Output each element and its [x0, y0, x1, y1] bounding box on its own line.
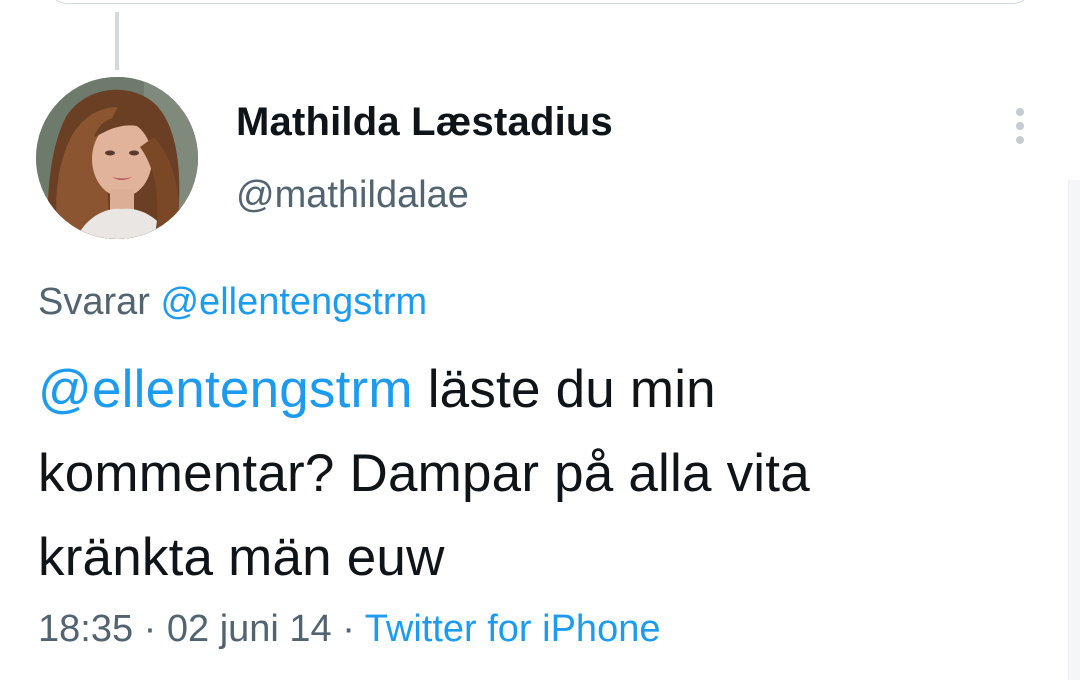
tweet-source-link[interactable]: Twitter for iPhone	[365, 608, 661, 650]
avatar-image	[36, 77, 198, 239]
tweet-text-line-2: kommentar? Dampar på alla vita	[38, 444, 810, 503]
more-vertical-icon-dot	[1016, 136, 1024, 144]
tweet-text-line-3: kränkta män euw	[38, 528, 445, 587]
author-handle[interactable]: @mathildalae	[236, 174, 469, 217]
meta-separator: ·	[331, 608, 365, 650]
replying-to-line: Svarar @ellentengstrm	[38, 281, 427, 324]
tweet-date[interactable]: 02 juni 14	[167, 608, 332, 650]
thread-connector-line	[115, 12, 119, 70]
tweet-mention-link[interactable]: @ellentengstrm	[38, 360, 413, 419]
author-display-name[interactable]: Mathilda Læstadius	[236, 100, 613, 145]
replying-to-mention-link[interactable]: @ellentengstrm	[160, 281, 427, 323]
more-vertical-icon-dot	[1016, 122, 1024, 130]
scrollbar-track[interactable]	[1068, 180, 1080, 680]
tweet-detail-screen: Mathilda Læstadius @mathildalae Svarar @…	[0, 0, 1080, 680]
more-options-button[interactable]	[1004, 104, 1036, 148]
tweet-text-line-1-rest: läste du min	[412, 360, 716, 419]
tweet-metadata: 18:35 · 02 juni 14 · Twitter for iPhone	[38, 608, 660, 651]
tweet-text-line-1: @ellentengstrm läste du min	[38, 348, 1038, 432]
tweet-text: @ellentengstrm läste du min kommentar? D…	[38, 348, 1038, 600]
meta-separator: ·	[133, 608, 167, 650]
previous-tweet-card-edge[interactable]	[46, 0, 1034, 4]
more-vertical-icon	[1016, 108, 1024, 116]
avatar[interactable]	[36, 77, 198, 239]
tweet-time[interactable]: 18:35	[38, 608, 133, 650]
replying-to-prefix: Svarar	[38, 281, 150, 323]
